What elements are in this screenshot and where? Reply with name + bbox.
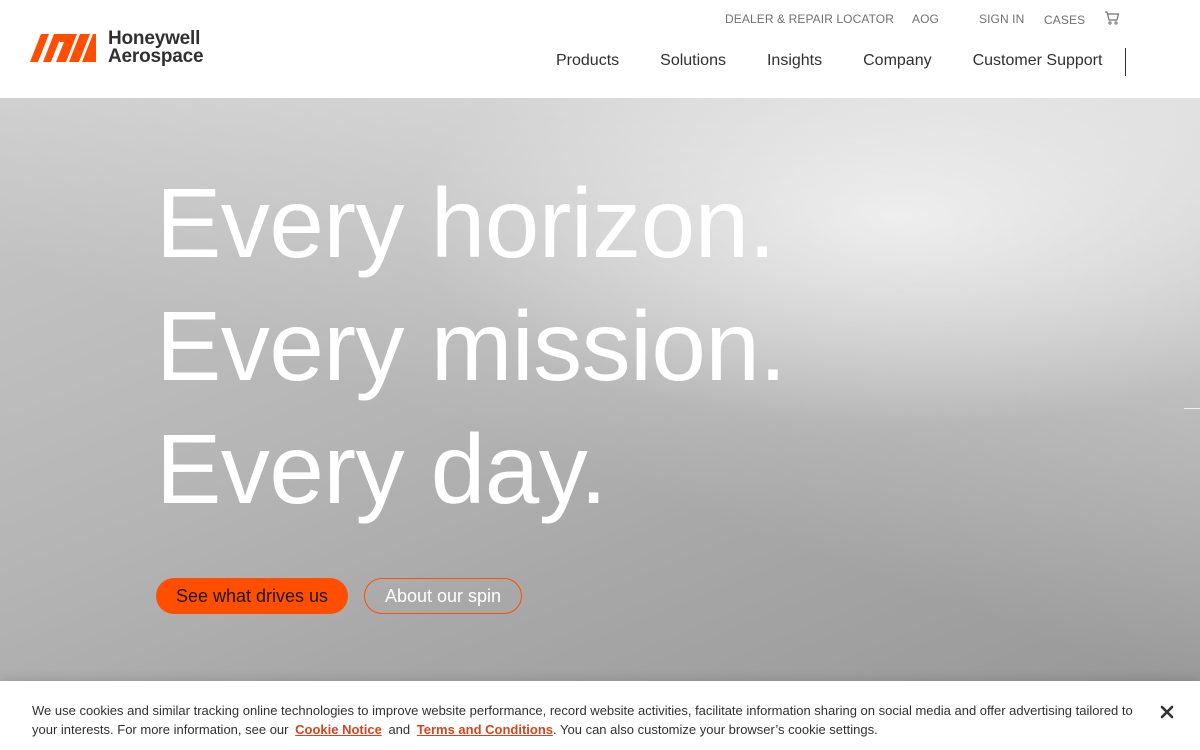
hero-headline: Every horizon. Every mission. Every day. xyxy=(156,162,787,531)
cookie-banner-text: We use cookies and similar tracking onli… xyxy=(32,701,1142,739)
cookie-close-button[interactable] xyxy=(1158,703,1176,721)
hero-section: Every horizon. Every mission. Every day.… xyxy=(0,98,1200,750)
about-our-spin-button[interactable]: About our spin xyxy=(364,578,522,614)
cookie-notice-link[interactable]: Cookie Notice xyxy=(295,722,382,737)
nav-divider xyxy=(1125,48,1126,76)
main-nav: Products Solutions Insights Company Cust… xyxy=(556,52,1102,72)
honeywell-logo[interactable]: Honeywell Aerospace xyxy=(30,29,204,67)
cases-link[interactable]: CASES xyxy=(1044,13,1085,27)
cookie-banner: We use cookies and similar tracking onli… xyxy=(0,681,1200,750)
cart-icon[interactable] xyxy=(1104,10,1120,26)
nav-products[interactable]: Products xyxy=(556,52,619,72)
aog-link[interactable]: AOG xyxy=(912,12,939,26)
see-what-drives-us-button[interactable]: See what drives us xyxy=(156,578,348,614)
nav-solutions[interactable]: Solutions xyxy=(660,52,726,72)
nav-insights[interactable]: Insights xyxy=(767,52,822,72)
close-icon xyxy=(1160,705,1174,719)
honeywell-logo-mark-icon xyxy=(30,34,96,62)
cookie-text-after: . You can also customize your browser’s … xyxy=(553,722,878,737)
hero-edge-line xyxy=(1184,408,1200,409)
hero-headline-line-3: Every day. xyxy=(156,414,607,524)
terms-and-conditions-link[interactable]: Terms and Conditions xyxy=(417,722,553,737)
site-header: Honeywell Aerospace DEALER & REPAIR LOCA… xyxy=(0,0,1200,98)
hero-headline-line-1: Every horizon. xyxy=(156,168,776,278)
nav-customer-support[interactable]: Customer Support xyxy=(973,52,1103,72)
hero-headline-line-2: Every mission. xyxy=(156,291,787,401)
sign-in-link[interactable]: SIGN IN xyxy=(979,12,1024,26)
logo-line-2: Aerospace xyxy=(108,46,204,67)
nav-company[interactable]: Company xyxy=(863,52,931,72)
page: Honeywell Aerospace DEALER & REPAIR LOCA… xyxy=(0,0,1200,750)
cookie-text-and: and xyxy=(388,722,411,737)
logo-wordmark: Honeywell Aerospace xyxy=(108,29,204,67)
dealer-repair-locator-link[interactable]: DEALER & REPAIR LOCATOR xyxy=(725,12,894,26)
